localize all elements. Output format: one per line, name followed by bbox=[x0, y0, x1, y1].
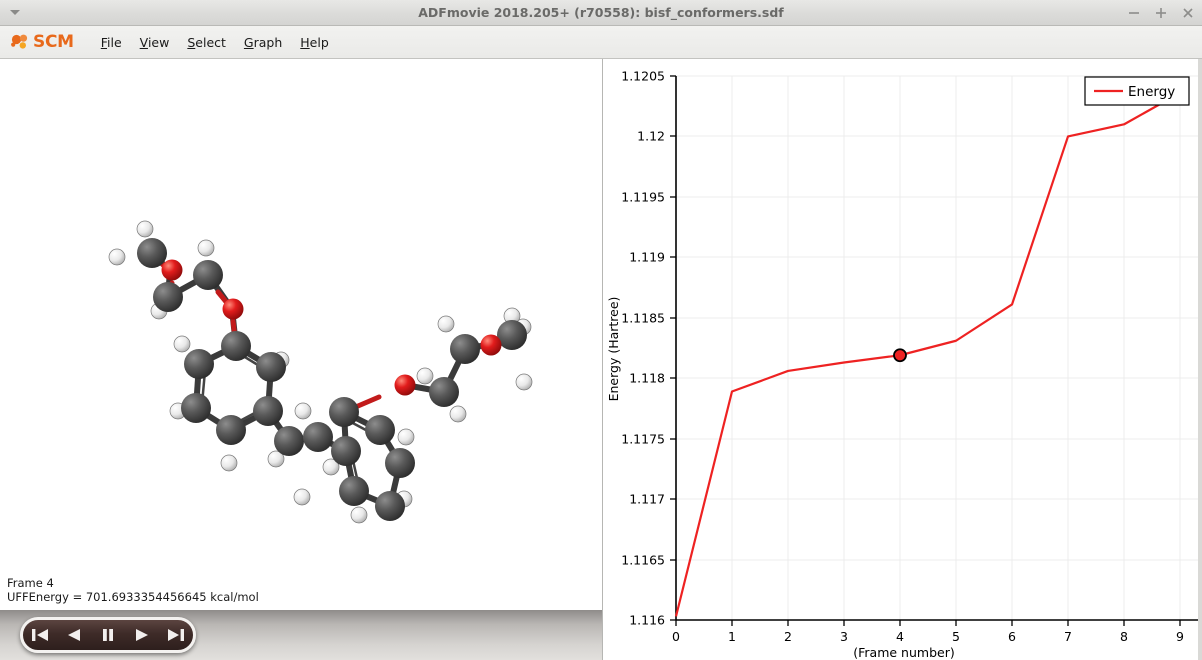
menu-select[interactable]: Select bbox=[178, 32, 235, 53]
menu-help[interactable]: Help bbox=[291, 32, 338, 53]
x-ticklabel: 5 bbox=[952, 629, 960, 644]
current-frame-marker[interactable] bbox=[893, 348, 907, 363]
first-frame-button[interactable] bbox=[27, 624, 53, 646]
y-ticklabel: 1.1185 bbox=[621, 311, 665, 326]
x-ticklabel: 9 bbox=[1176, 629, 1184, 644]
pause-button[interactable] bbox=[95, 624, 121, 646]
maximize-icon[interactable] bbox=[1153, 5, 1169, 21]
y-ticklabel: 1.117 bbox=[629, 492, 665, 507]
scm-mark-icon bbox=[10, 32, 32, 52]
chart-ylabel: Energy (Hartree) bbox=[606, 297, 621, 402]
energy-chart: 1.1205 1.12 1.1195 1.119 1.1185 1.118 1.… bbox=[604, 59, 1202, 660]
menu-view[interactable]: View bbox=[131, 32, 179, 53]
molecule-atoms bbox=[108, 220, 533, 524]
x-ticklabel: 6 bbox=[1008, 629, 1016, 644]
y-ticklabel: 1.12 bbox=[637, 129, 665, 144]
minimize-icon[interactable] bbox=[1126, 5, 1142, 21]
x-ticklabel: 4 bbox=[896, 629, 904, 644]
energy-graph-panel[interactable]: 1.1205 1.12 1.1195 1.119 1.1185 1.118 1.… bbox=[604, 59, 1202, 660]
chart-scroll-gutter[interactable] bbox=[1198, 59, 1202, 660]
play-button[interactable] bbox=[129, 624, 155, 646]
y-ticklabel: 1.1165 bbox=[621, 553, 665, 568]
chart-xlabel: (Frame number) bbox=[853, 645, 954, 660]
y-ticklabel: 1.1205 bbox=[621, 69, 665, 84]
y-ticklabel: 1.116 bbox=[629, 613, 665, 628]
playback-control-bar bbox=[0, 610, 603, 660]
scm-wordmark: SCM bbox=[33, 32, 74, 52]
x-ticklabel: 7 bbox=[1064, 629, 1072, 644]
y-ticklabel: 1.119 bbox=[629, 250, 665, 265]
molecule-render bbox=[108, 220, 533, 524]
x-ticklabel: 2 bbox=[784, 629, 792, 644]
y-ticklabel: 1.118 bbox=[629, 371, 665, 386]
window-controls bbox=[1126, 0, 1196, 25]
legend-label-energy: Energy bbox=[1128, 84, 1175, 100]
frame-number-label: Frame 4 bbox=[7, 576, 54, 590]
x-ticklabel: 8 bbox=[1120, 629, 1128, 644]
menu-file[interactable]: File bbox=[92, 32, 131, 53]
last-frame-button[interactable] bbox=[163, 624, 189, 646]
title-bar: ADFmovie 2018.205+ (r70558): bisf_confor… bbox=[0, 0, 1202, 26]
chart-legend: Energy bbox=[1084, 76, 1190, 106]
close-icon[interactable] bbox=[1180, 5, 1196, 21]
window-title: ADFmovie 2018.205+ (r70558): bisf_confor… bbox=[418, 5, 784, 20]
x-ticklabel: 1 bbox=[728, 629, 736, 644]
menu-bar: SCM File View Select Graph Help bbox=[0, 26, 1202, 59]
x-ticklabel: 0 bbox=[672, 629, 680, 644]
y-ticklabel: 1.1195 bbox=[621, 190, 665, 205]
molecule-viewport[interactable]: Frame 4 UFFEnergy = 701.6933354456645 kca… bbox=[0, 59, 603, 610]
adfmovie-window: ADFmovie 2018.205+ (r70558): bisf_confor… bbox=[0, 0, 1202, 660]
y-ticklabel: 1.1175 bbox=[621, 432, 665, 447]
scm-logo[interactable]: SCM bbox=[10, 30, 74, 54]
frame-energy-label: UFFEnergy = 701.6933354456645 kcal/mol bbox=[7, 590, 259, 604]
menu-graph[interactable]: Graph bbox=[235, 32, 291, 53]
previous-frame-button[interactable] bbox=[61, 624, 87, 646]
transport-controls bbox=[20, 617, 196, 653]
frame-info: Frame 4 UFFEnergy = 701.6933354456645 kca… bbox=[7, 576, 259, 604]
x-ticklabel: 3 bbox=[840, 629, 848, 644]
